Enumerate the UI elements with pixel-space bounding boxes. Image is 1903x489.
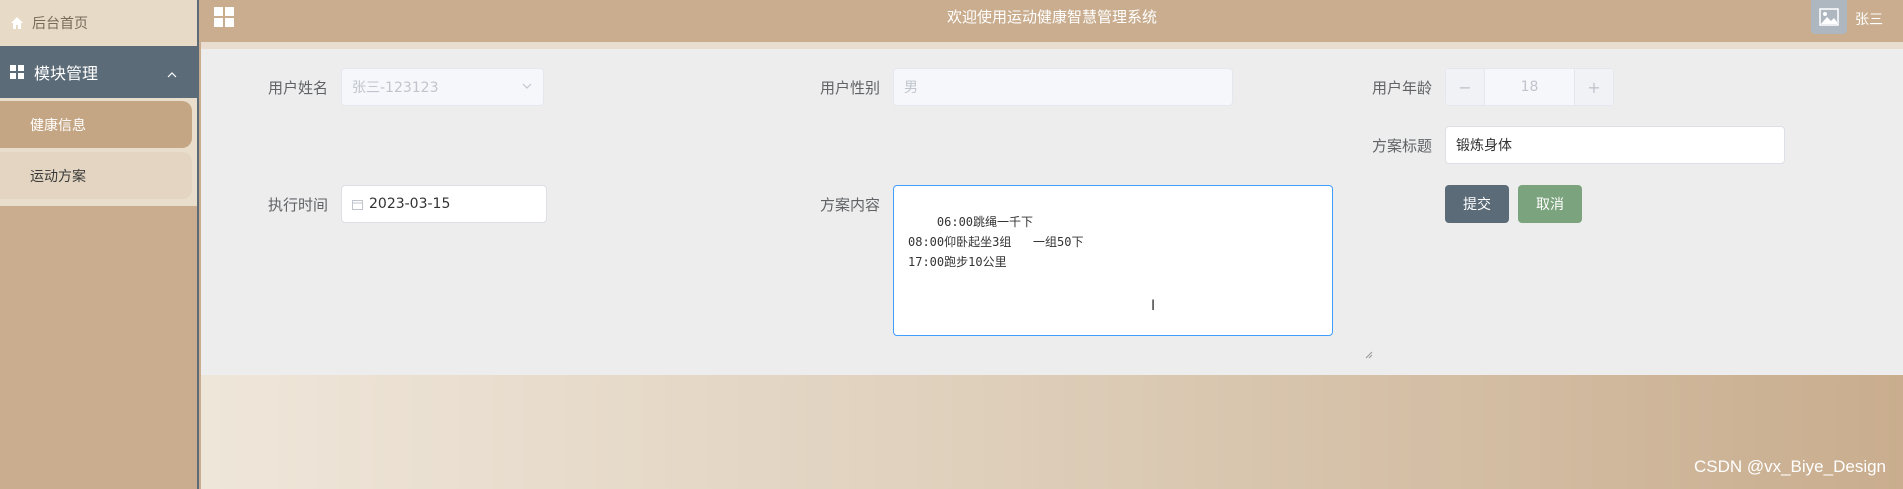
age-value[interactable]: 18 <box>1484 69 1575 105</box>
submit-button[interactable]: 提交 <box>1445 185 1509 223</box>
sidebar-item-label: 健康信息 <box>30 117 86 134</box>
exec-time-picker[interactable]: 2023-03-15 <box>341 185 547 223</box>
home-icon <box>10 16 24 30</box>
text-cursor-icon: I <box>1151 298 1156 314</box>
sidebar-item-label: 运动方案 <box>30 168 86 185</box>
top-bar: 欢迎使用运动健康智慧管理系统 张三 <box>201 0 1903 42</box>
sidebar-module-label: 模块管理 <box>34 64 99 83</box>
gender-field[interactable]: 男 <box>893 68 1233 106</box>
age-stepper[interactable]: − 18 + <box>1445 68 1614 106</box>
chevron-down-icon <box>521 80 533 92</box>
form-panel: 用户姓名 张三-123123 用户性别 男 用户年龄 − 18 + 方案标题 锻… <box>201 49 1903 375</box>
plan-content-textarea[interactable]: 06:00跳绳一千下 08:00仰卧起坐3组 一组50下 17:00跑步10公里… <box>893 185 1373 359</box>
top-bar-shadow <box>201 42 1903 49</box>
gender-value: 男 <box>904 80 918 96</box>
sidebar-item-exercise-plan[interactable]: 运动方案 <box>0 152 192 199</box>
plan-content-label: 方案内容 <box>820 196 881 214</box>
sidebar-item-home[interactable]: 后台首页 <box>0 0 197 46</box>
image-icon <box>1819 8 1839 26</box>
avatar[interactable] <box>1811 0 1847 34</box>
age-decrease-button[interactable]: − <box>1446 69 1484 105</box>
cancel-button[interactable]: 取消 <box>1518 185 1582 223</box>
sidebar-item-label: 后台首页 <box>32 16 88 32</box>
plan-content-value: 06:00跳绳一千下 08:00仰卧起坐3组 一组50下 17:00跑步10公里 <box>908 215 1084 269</box>
grid-icon <box>10 65 24 79</box>
page-title: 欢迎使用运动健康智慧管理系统 <box>946 7 1157 26</box>
resize-handle-icon[interactable] <box>1322 325 1373 359</box>
sidebar-module-toggle[interactable]: 模块管理 <box>0 46 197 98</box>
age-increase-button[interactable]: + <box>1575 69 1613 105</box>
exec-time-label: 执行时间 <box>268 196 329 214</box>
sidebar-submenu: 健康信息 运动方案 <box>0 98 197 206</box>
exec-time-value: 2023-03-15 <box>369 196 451 212</box>
age-label: 用户年龄 <box>1372 79 1433 97</box>
username-label: 用户姓名 <box>268 79 329 97</box>
chevron-up-icon <box>167 63 177 82</box>
sidebar: 后台首页 模块管理 健康信息 运动方案 <box>0 0 199 489</box>
gender-label: 用户性别 <box>820 79 881 97</box>
plan-title-value: 锻炼身体 <box>1456 138 1512 154</box>
plan-title-input[interactable]: 锻炼身体 <box>1445 126 1785 164</box>
calendar-icon <box>352 199 363 210</box>
watermark: CSDN @vx_Biye_Design <box>1693 457 1886 476</box>
username[interactable]: 张三 <box>1855 9 1883 29</box>
menu-grid-icon[interactable] <box>213 6 235 28</box>
username-value: 张三-123123 <box>352 80 439 96</box>
username-select[interactable]: 张三-123123 <box>341 68 544 106</box>
lower-background <box>201 375 1903 489</box>
plan-title-label: 方案标题 <box>1372 137 1433 155</box>
sidebar-item-health-info[interactable]: 健康信息 <box>0 101 192 148</box>
